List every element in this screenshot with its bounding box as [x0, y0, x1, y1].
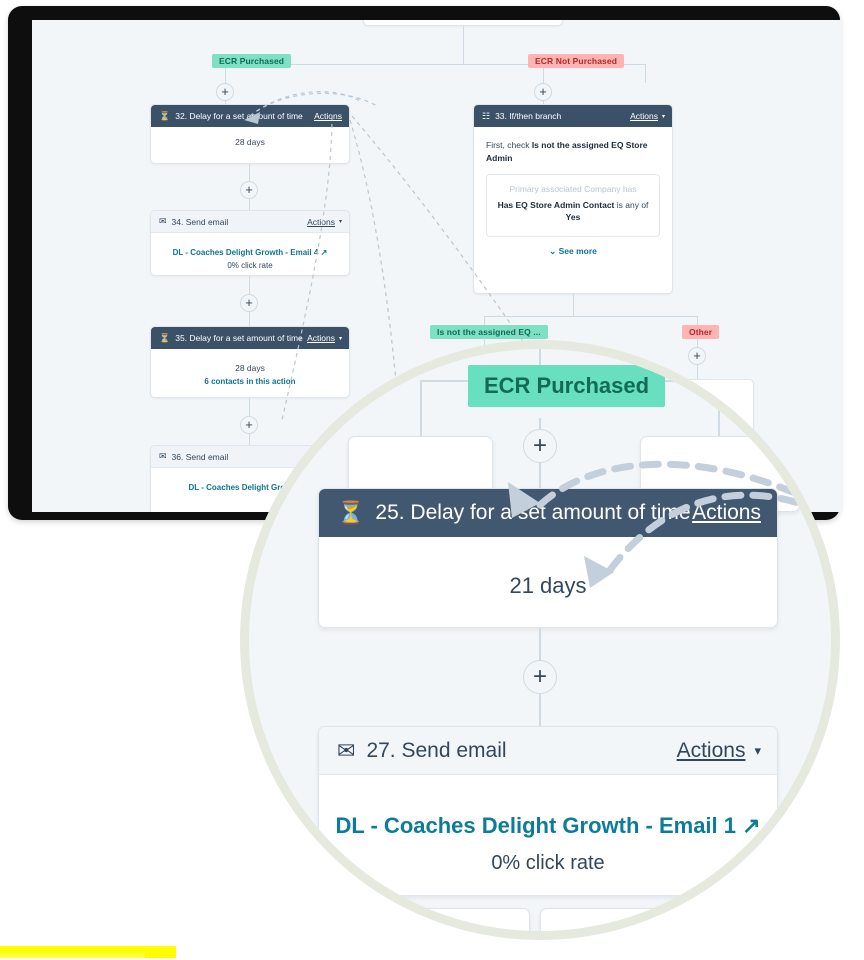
actions-menu[interactable]: Actions: [307, 333, 335, 343]
connector: [484, 316, 697, 317]
workflow-card-step-32[interactable]: ⏳ 32. Delay for a set amount of time Act…: [150, 104, 350, 164]
delay-value: 28 days: [235, 137, 265, 147]
connector: [543, 68, 544, 83]
connector: [539, 463, 541, 491]
connector: [249, 199, 250, 210]
criteria-main: Has EQ Store Admin Contact is any of Yes: [495, 199, 651, 225]
hourglass-icon: ⏳: [159, 110, 171, 121]
card-body: DL - Coaches Delight Growth - Email 4 ↗ …: [151, 233, 349, 275]
branch-icon: ☷: [482, 110, 491, 121]
external-link-icon[interactable]: ↗: [321, 248, 328, 257]
add-step-button[interactable]: +: [240, 181, 258, 199]
branch-pill-other[interactable]: Other: [682, 325, 720, 339]
magnified-card-step-27[interactable]: ✉ 27. Send email Actions ▾ DL - Coaches …: [318, 726, 778, 896]
ifthen-lead: First, check Is not the assigned EQ Stor…: [486, 139, 660, 165]
email-link[interactable]: DL - Coaches Delight Growth - Email 1: [335, 813, 736, 838]
add-step-button[interactable]: +: [523, 429, 557, 463]
chevron-down-icon[interactable]: ▾: [339, 335, 342, 342]
connector: [718, 380, 720, 438]
card-body: 28 days: [151, 127, 349, 159]
connector: [463, 26, 464, 64]
see-more-label: See more: [558, 246, 597, 256]
hourglass-icon: ⏳: [159, 332, 171, 343]
connector: [249, 276, 250, 294]
card-header: ⏳ 35. Delay for a set amount of time Act…: [151, 327, 349, 349]
card-title: 34. Send email: [171, 216, 229, 227]
card-title: 35. Delay for a set amount of time: [175, 333, 303, 343]
card-body: First, check Is not the assigned EQ Stor…: [474, 127, 672, 267]
connector: [573, 294, 574, 316]
screenshot-stage: ECR Purchased ECR Not Purchased + + ⏳ 32…: [0, 0, 864, 960]
card-header: ⏳ 32. Delay for a set amount of time Act…: [151, 105, 349, 127]
criteria-faint: Primary associated Company has: [509, 183, 637, 194]
magnified-branch-pill[interactable]: ECR Purchased: [468, 365, 666, 407]
criteria-value: Yes: [565, 212, 581, 223]
delay-value: 21 days: [509, 573, 587, 598]
connector: [645, 64, 646, 83]
card-body: DL - Coaches Delight Growth - Email 1 ↗ …: [319, 775, 777, 875]
chevron-down-icon: ⌄: [549, 246, 557, 256]
add-step-button[interactable]: +: [534, 83, 552, 101]
magnifier-lens: ECR Purchased + ⏳ 25. Delay for a set am…: [240, 340, 840, 940]
highlight-bar-secondary: [0, 953, 145, 958]
card-header: ☷ 33. If/then branch Actions ▾: [474, 105, 672, 127]
branch-pill-is-not-assigned[interactable]: Is not the assigned EQ ...: [430, 325, 548, 339]
connector: [225, 68, 226, 83]
workflow-card-step-33[interactable]: ☷ 33. If/then branch Actions ▾ First, ch…: [473, 104, 673, 294]
card-title: 32. Delay for a set amount of time: [175, 111, 303, 121]
actions-menu[interactable]: Actions: [677, 739, 746, 763]
card-title: 25. Delay for a set amount of time: [375, 501, 691, 524]
card-title: 33. If/then branch: [495, 111, 562, 121]
magnified-card-step-25[interactable]: ⏳ 25. Delay for a set amount of time Act…: [318, 488, 778, 628]
connector: [539, 694, 541, 728]
external-link-icon[interactable]: ↗: [736, 813, 760, 838]
card-title: 27. Send email: [366, 738, 507, 762]
criteria-property: Has EQ Store Admin Contact: [497, 199, 615, 210]
connector: [249, 312, 250, 326]
card-header: ✉ 27. Send email Actions ▾: [319, 727, 777, 775]
branch-pill-ecr-not-purchased[interactable]: ECR Not Purchased: [528, 54, 624, 68]
click-rate: 0% click rate: [227, 261, 273, 270]
criteria-box: Primary associated Company has Has EQ St…: [486, 173, 660, 237]
envelope-icon: ✉: [159, 216, 167, 226]
workflow-card-step-34[interactable]: ✉ 34. Send email Actions ▾ DL - Coaches …: [150, 210, 350, 276]
card-body: 21 days: [319, 537, 777, 627]
actions-menu[interactable]: Actions: [630, 111, 658, 121]
connector: [249, 164, 250, 181]
hourglass-icon: ⏳: [337, 500, 365, 525]
click-rate: 0% click rate: [491, 852, 605, 874]
ifthen-lead-text: First, check: [486, 140, 532, 150]
chevron-down-icon[interactable]: ▾: [754, 743, 761, 759]
branch-pill-ecr-purchased[interactable]: ECR Purchased: [212, 54, 292, 68]
magnified-content: ECR Purchased + ⏳ 25. Delay for a set am…: [249, 349, 831, 931]
add-step-button[interactable]: +: [523, 660, 557, 694]
chevron-down-icon[interactable]: ▾: [662, 113, 665, 120]
connector: [420, 380, 422, 438]
email-link[interactable]: DL - Coaches Delight Growth - Email 4: [173, 248, 319, 257]
chevron-down-icon[interactable]: ▾: [339, 218, 342, 225]
connector: [697, 338, 698, 347]
see-more-button[interactable]: ⌄ See more: [486, 246, 660, 257]
card-header: ⏳ 25. Delay for a set amount of time Act…: [319, 489, 777, 537]
actions-menu[interactable]: Actions: [314, 111, 342, 121]
actions-menu[interactable]: Actions: [692, 501, 761, 525]
magnified-card-bottom-left[interactable]: [350, 908, 530, 931]
add-step-button[interactable]: +: [240, 294, 258, 312]
envelope-icon: ✉: [337, 737, 356, 763]
criteria-operator: is any of: [614, 199, 649, 210]
actions-menu[interactable]: Actions: [307, 217, 335, 227]
card-header: ✉ 34. Send email Actions ▾: [151, 211, 349, 233]
magnified-card-bottom-right[interactable]: [540, 908, 800, 931]
add-step-button[interactable]: +: [216, 83, 234, 101]
envelope-icon: ✉: [159, 451, 167, 461]
